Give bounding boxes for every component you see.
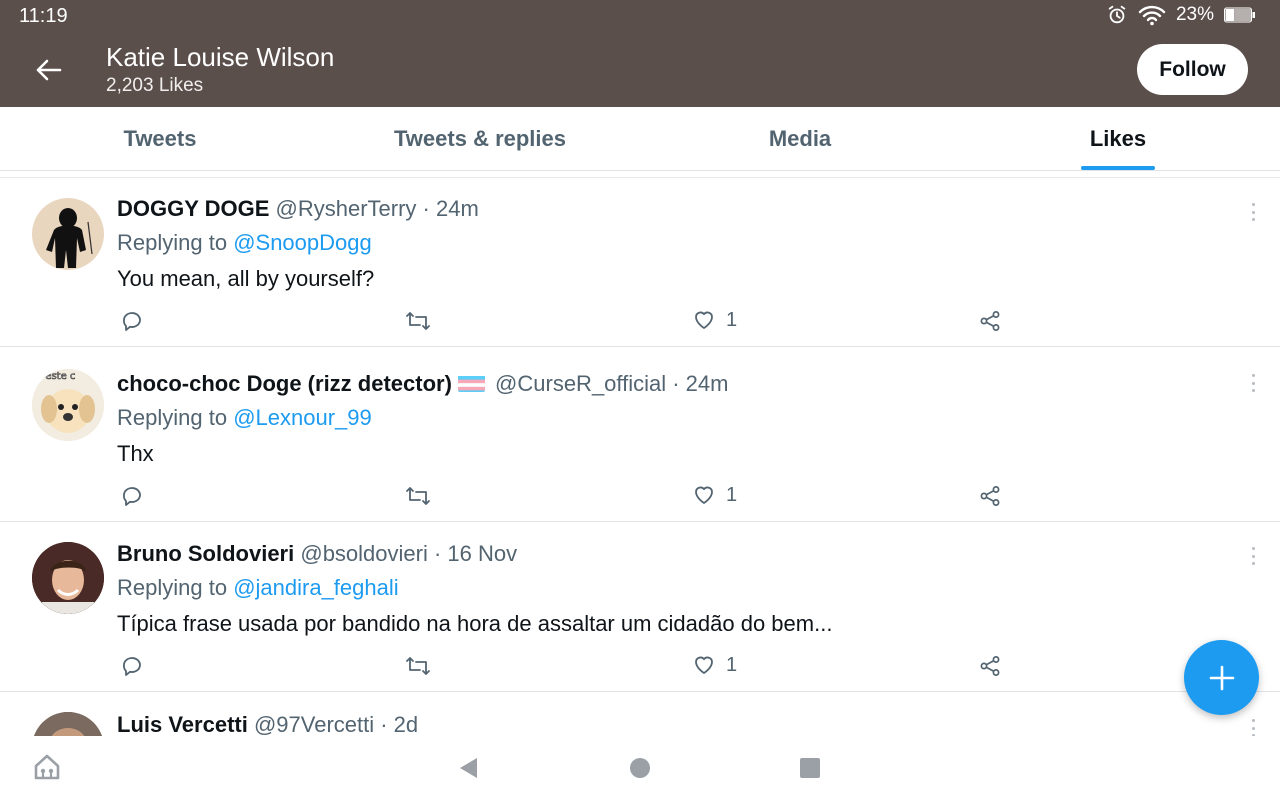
home-launcher-button[interactable]	[32, 752, 62, 782]
like-button[interactable]: 1	[692, 308, 737, 332]
tweet-header: choco-choc Doge (rizz detector) @CurseR_…	[117, 371, 728, 397]
compose-tweet-button[interactable]	[1184, 640, 1259, 715]
reply-icon	[123, 312, 141, 331]
more-options-icon[interactable]	[1246, 544, 1260, 568]
more-options-icon[interactable]	[1246, 371, 1260, 395]
like-count: 1	[726, 653, 738, 676]
battery-icon	[1224, 7, 1256, 23]
reply-icon	[123, 657, 141, 676]
heart-icon	[695, 656, 713, 674]
tweet-item[interactable]: Bruno Soldovieri @bsoldovieri · 16 Nov R…	[0, 522, 1280, 692]
share-button[interactable]	[978, 309, 1002, 333]
avatar[interactable]	[32, 198, 104, 270]
arrow-left-icon	[36, 59, 62, 81]
like-count: 1	[726, 483, 738, 506]
like-count: 1	[726, 308, 738, 331]
tweet-header: DOGGY DOGE @RysherTerry · 24m	[117, 196, 479, 222]
tweet-text: Thx	[117, 441, 154, 466]
alarm-icon	[1106, 4, 1128, 26]
tab-tweets-and-replies[interactable]: Tweets & replies	[320, 107, 640, 171]
share-icon	[980, 656, 1000, 676]
replying-prefix: Replying to	[117, 230, 234, 255]
nav-back-button[interactable]	[457, 756, 479, 780]
avatar[interactable]: a este c	[32, 369, 104, 441]
tweet-item[interactable]: a este c choco-choc Doge (rizz detector)…	[0, 347, 1280, 522]
tweet-text: You mean, all by yourself?	[117, 266, 375, 291]
plus-icon	[1209, 665, 1234, 690]
reply-button[interactable]	[120, 484, 144, 508]
replying-to: Replying to @jandira_feghali	[117, 575, 399, 601]
reply-button[interactable]	[120, 309, 144, 333]
profile-header: 11:19 23% Katie Louise Wilson 2,203 Like…	[0, 0, 1280, 107]
author-name[interactable]: Luis Vercetti	[117, 712, 248, 736]
share-button[interactable]	[978, 654, 1002, 678]
replying-to: Replying to @Lexnour_99	[117, 405, 372, 431]
reply-button[interactable]	[120, 654, 144, 678]
mention-link[interactable]: @SnoopDogg	[233, 230, 372, 255]
author-handle-time: @RysherTerry · 24m	[269, 196, 479, 221]
replying-to: Replying to @SnoopDogg	[117, 230, 372, 256]
nav-home-button[interactable]	[629, 757, 651, 779]
author-handle-time: @bsoldovieri · 16 Nov	[294, 541, 518, 566]
tweet-header: Luis Vercetti @97Vercetti · 2d	[117, 712, 418, 736]
author-handle-time: @CurseR_official · 24m	[488, 371, 729, 396]
tweet-header: Bruno Soldovieri @bsoldovieri · 16 Nov	[117, 541, 517, 567]
profile-tabs: Tweets Tweets & replies Media Likes	[0, 107, 1280, 171]
avatar[interactable]	[32, 712, 104, 736]
replying-prefix: Replying to	[117, 575, 234, 600]
tab-tweets[interactable]: Tweets	[0, 107, 320, 171]
nav-recents-button[interactable]	[799, 757, 821, 779]
share-icon	[980, 486, 1000, 506]
author-handle-time: @97Vercetti · 2d	[247, 712, 419, 736]
mention-link[interactable]: @jandira_feghali	[233, 575, 398, 600]
battery-percent: 23%	[1175, 4, 1214, 25]
retweet-button[interactable]	[405, 484, 431, 508]
share-button[interactable]	[978, 484, 1002, 508]
circle-home-icon	[630, 758, 650, 778]
square-recents-icon	[800, 758, 820, 778]
avatar[interactable]	[32, 542, 104, 614]
profile-name: Katie Louise Wilson	[106, 42, 335, 72]
tab-media[interactable]: Media	[640, 107, 960, 171]
profile-likes-count: 2,203 Likes	[106, 75, 204, 96]
retweet-button[interactable]	[405, 654, 431, 678]
heart-icon	[695, 311, 713, 329]
status-time: 11:19	[19, 5, 68, 27]
replying-prefix: Replying to	[117, 405, 234, 430]
retweet-icon	[406, 312, 430, 330]
tab-likes[interactable]: Likes	[958, 107, 1278, 171]
retweet-icon	[406, 487, 430, 505]
svg-text:a este c: a este c	[36, 371, 75, 382]
heart-icon	[695, 486, 713, 504]
share-icon	[980, 311, 1000, 331]
author-name[interactable]: DOGGY DOGE	[117, 196, 269, 221]
author-name[interactable]: Bruno Soldovieri	[117, 541, 294, 566]
active-tab-indicator	[1081, 166, 1155, 170]
retweet-button[interactable]	[405, 309, 431, 333]
author-name[interactable]: choco-choc Doge (rizz detector)	[117, 371, 452, 396]
more-options-icon[interactable]	[1246, 200, 1260, 224]
more-options-icon[interactable]	[1246, 716, 1260, 736]
triangle-back-icon	[460, 758, 477, 778]
trans-flag-icon	[457, 374, 485, 392]
system-navigation-bar	[0, 736, 1280, 800]
mention-link[interactable]: @Lexnour_99	[233, 405, 372, 430]
home-icon	[34, 754, 60, 780]
status-icons: 23%	[1106, 4, 1256, 26]
wifi-icon	[1138, 4, 1166, 26]
like-button[interactable]: 1	[692, 483, 737, 507]
tweet-item[interactable]: DOGGY DOGE @RysherTerry · 24m Replying t…	[0, 178, 1280, 347]
reply-icon	[123, 487, 141, 506]
retweet-icon	[406, 657, 430, 675]
like-button[interactable]: 1	[692, 653, 737, 677]
tweet-text: Típica frase usada por bandido na hora d…	[117, 611, 833, 636]
follow-button[interactable]: Follow	[1137, 44, 1248, 95]
back-button[interactable]	[30, 52, 66, 88]
tweet-item[interactable]: Luis Vercetti @97Vercetti · 2d	[0, 692, 1280, 736]
